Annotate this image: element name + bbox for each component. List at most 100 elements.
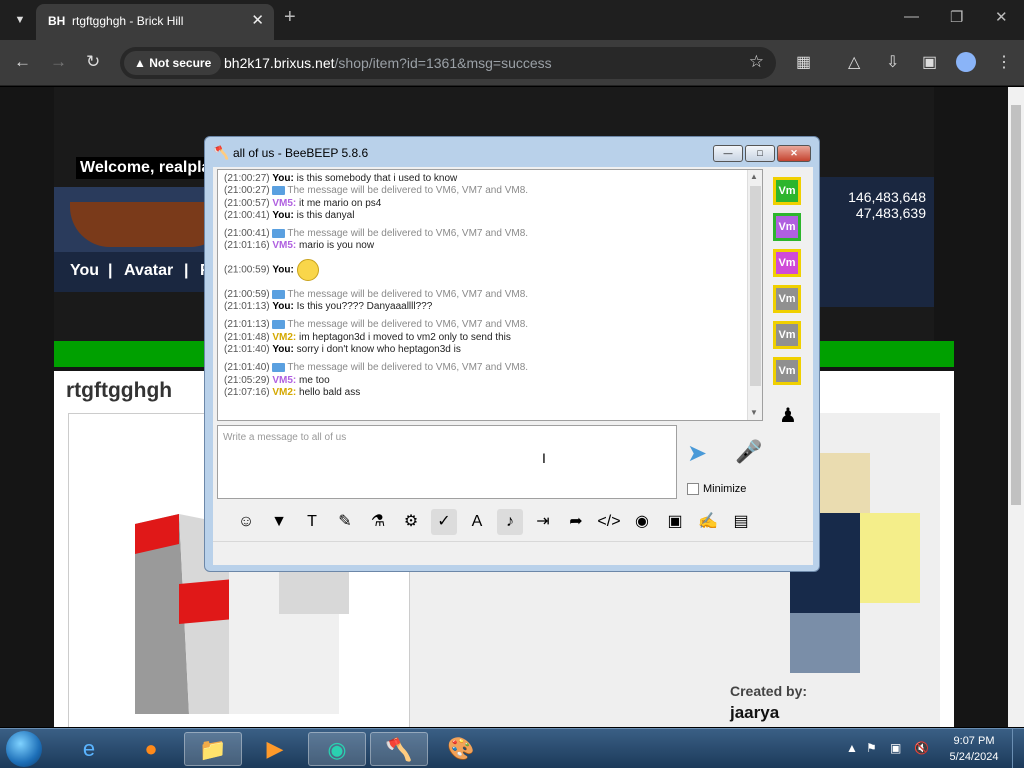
media-player-icon[interactable]: ▶	[246, 732, 304, 766]
user-avatar-5[interactable]: Vm	[773, 321, 801, 349]
message-timestamp: (21:00:27)	[224, 185, 273, 197]
message-sender[interactable]: VM5:	[272, 240, 296, 251]
minimize-checkbox[interactable]	[687, 483, 699, 495]
window-minimize-button[interactable]: —	[904, 8, 919, 25]
message-timestamp: (21:00:57)	[224, 197, 273, 209]
beebeep-app-icon: 🪓	[213, 145, 230, 160]
nav-avatar-link[interactable]: Avatar	[124, 262, 173, 280]
font-icon[interactable]: T	[299, 509, 325, 535]
taskbar: e ● 📁 ▶ ◉ 🪓 🎨 ▲ ⚑ ▣ 🔇 9:07 PM 5/24/2024	[0, 728, 1024, 768]
back-button[interactable]: ←	[14, 52, 31, 72]
user-avatar-3[interactable]: Vm	[773, 249, 801, 277]
message-timestamp: (21:00:59)	[224, 288, 273, 300]
export-icon[interactable]: ⇥	[530, 509, 556, 535]
page-scroll-thumb[interactable]	[1011, 105, 1021, 505]
chat-system-line: (21:01:13) The message will be delivered…	[224, 319, 750, 331]
group-users-icon[interactable]: ♟	[779, 403, 797, 428]
music-note-icon[interactable]: ♪	[497, 509, 523, 535]
show-desktop-button[interactable]	[1012, 729, 1024, 768]
close-button[interactable]: ✕	[777, 145, 811, 162]
internet-explorer-icon[interactable]: e	[60, 732, 118, 766]
downloads-icon[interactable]: ⇩	[886, 52, 899, 72]
message-input[interactable]: Write a message to all of us I	[217, 425, 677, 499]
message-text: sorry i don't know who heptagon3d is	[293, 343, 461, 355]
spellcheck-icon[interactable]: ✓	[431, 509, 457, 535]
profile-avatar-icon[interactable]	[956, 52, 976, 72]
start-button[interactable]	[6, 731, 42, 767]
address-bar[interactable]: ▲ Not secure bh2k17.brixus.net/shop/item…	[120, 47, 776, 79]
emoticon-icon[interactable]: ☺	[233, 509, 259, 535]
down-arrow-icon[interactable]: ▼	[266, 509, 292, 535]
show-hidden-icons-icon[interactable]: ▲	[846, 741, 858, 755]
forward-icon[interactable]: ➦	[563, 509, 589, 535]
chat-log[interactable]: (21:00:27) You: is this somebody that i …	[217, 169, 763, 421]
paint-icon[interactable]: 🎨	[432, 732, 490, 766]
filter-icon[interactable]: ⚗	[365, 509, 391, 535]
chat-message-line: (21:00:41) You: is this danyal	[224, 210, 750, 222]
minimize-label: Minimize	[703, 483, 747, 495]
message-sender[interactable]: VM5:	[272, 198, 296, 209]
text-size-icon[interactable]: A	[464, 509, 490, 535]
labs-flask-icon[interactable]: △	[848, 52, 860, 72]
volume-muted-icon[interactable]: 🔇	[914, 741, 929, 755]
voice-message-icon[interactable]: 🎤	[735, 439, 762, 471]
user-avatar-1[interactable]: Vm	[773, 177, 801, 205]
reload-button[interactable]: ↻	[86, 52, 100, 72]
firefox-icon[interactable]: ●	[122, 732, 180, 766]
message-sender[interactable]: You:	[272, 301, 293, 312]
user-avatar-6[interactable]: Vm	[773, 357, 801, 385]
beebeep-icon[interactable]: 🪓	[370, 732, 428, 766]
forward-button[interactable]: →	[50, 52, 67, 72]
page-scrollbar[interactable]	[1008, 87, 1024, 727]
message-sender[interactable]: You:	[272, 264, 293, 275]
chat-scrollbar[interactable]: ▲ ▼	[747, 170, 762, 420]
created-by-label: Created by:	[730, 683, 808, 699]
browser-tab[interactable]: BH rtgftgghgh - Brick Hill ✕	[36, 4, 274, 40]
message-sender[interactable]: VM2:	[272, 387, 296, 398]
message-sender[interactable]: VM2:	[272, 332, 296, 343]
nav-you-link[interactable]: You	[70, 262, 99, 280]
extensions-icon[interactable]: ▦	[796, 52, 811, 72]
chat-scroll-thumb[interactable]	[750, 186, 761, 386]
color-icon[interactable]: ✎	[332, 509, 358, 535]
nav-separator: |	[184, 262, 189, 279]
message-sender[interactable]: You:	[272, 344, 293, 355]
tab-close-icon[interactable]: ✕	[251, 11, 264, 29]
not-secure-chip[interactable]: ▲ Not secure	[124, 51, 222, 75]
user-avatar-4[interactable]: Vm	[773, 285, 801, 313]
file-explorer-icon[interactable]: 📁	[184, 732, 242, 766]
new-tab-button[interactable]: +	[284, 6, 296, 29]
settings-icon[interactable]: ⚙	[398, 509, 424, 535]
nav-separator: |	[108, 262, 113, 279]
bookmark-star-icon[interactable]: ☆	[749, 52, 764, 72]
window-restore-button[interactable]: ❐	[950, 8, 963, 26]
brick-hill-favicon-icon: BH	[48, 14, 66, 28]
side-panel-icon[interactable]: ▣	[922, 52, 937, 72]
system-clock[interactable]: 9:07 PM 5/24/2024	[944, 733, 1004, 765]
minimize-button[interactable]: —	[713, 145, 743, 162]
url-text[interactable]: bh2k17.brixus.net/shop/item?id=1361&msg=…	[224, 55, 552, 71]
chat-client-area: (21:00:27) You: is this somebody that i …	[213, 167, 813, 565]
message-sender[interactable]: VM5:	[272, 375, 296, 386]
tab-search-button[interactable]: ▼	[8, 8, 32, 32]
user-avatar-2[interactable]: Vm	[773, 213, 801, 241]
screenshot-icon[interactable]: ◉	[629, 509, 655, 535]
code-icon[interactable]: </>	[596, 509, 622, 535]
creator-link[interactable]: jaarya	[730, 703, 779, 723]
message-sender[interactable]: You:	[272, 173, 293, 184]
app-icon[interactable]: ◉	[308, 732, 366, 766]
message-sender[interactable]: You:	[272, 210, 293, 221]
network-icon[interactable]: ▣	[890, 741, 901, 755]
scroll-up-icon[interactable]: ▲	[750, 172, 758, 181]
chat-toolbar: ☺ ▼ T ✎ ⚗ ⚙ ✓ A ♪ ⇥ ➦ </> ◉ ▣ ✍ ▤	[217, 507, 777, 537]
maximize-button[interactable]: □	[745, 145, 775, 162]
browser-menu-icon[interactable]: ⋮	[996, 52, 1012, 72]
action-center-flag-icon[interactable]: ⚑	[866, 741, 877, 755]
window-close-button[interactable]: ✕	[995, 8, 1008, 26]
image-icon[interactable]: ▣	[662, 509, 688, 535]
save-icon[interactable]: ▤	[728, 509, 754, 535]
message-timestamp: (21:01:13)	[224, 319, 273, 331]
scroll-down-icon[interactable]: ▼	[750, 408, 758, 417]
notes-icon[interactable]: ✍	[695, 509, 721, 535]
send-button[interactable]: ➤	[687, 439, 719, 471]
